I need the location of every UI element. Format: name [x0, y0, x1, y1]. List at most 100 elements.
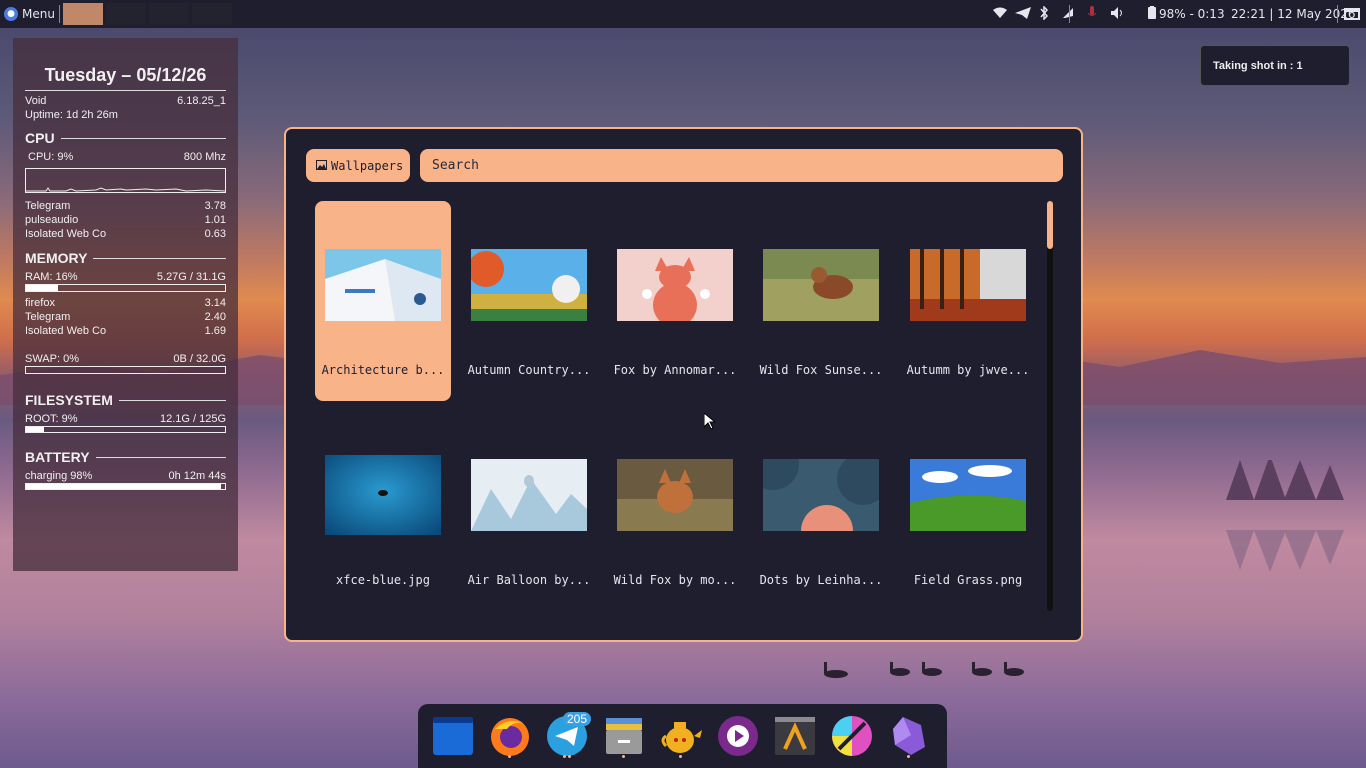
- wifi-icon[interactable]: [993, 7, 1015, 22]
- obsidian-icon: [893, 717, 925, 755]
- ram-bar-fill: [26, 285, 58, 291]
- mem-proc-value: 1.69: [204, 325, 226, 337]
- text-editor-icon: [775, 717, 815, 755]
- wallpaper-thumbnail: [617, 459, 733, 531]
- running-indicator: [679, 755, 682, 758]
- battery-icon[interactable]: [1148, 6, 1156, 22]
- unread-badge: 205: [562, 712, 591, 726]
- wallpaper-thumbnail: [763, 249, 879, 321]
- ram-usage: RAM: 16%: [25, 271, 78, 283]
- wallpaper-label: Air Balloon by...: [467, 573, 591, 587]
- wallpaper-label: xfce-blue.jpg: [336, 573, 430, 587]
- dock: 205: [418, 704, 947, 768]
- wallpaper-item[interactable]: Fox by Annomar...: [607, 201, 743, 401]
- mem-proc-value: 2.40: [204, 311, 226, 323]
- swap-value: 0B / 32.0G: [173, 353, 226, 365]
- wallpaper-thumbnail: [763, 459, 879, 531]
- wallpaper-ducks: [824, 662, 1024, 678]
- dock-item-file-manager[interactable]: [602, 714, 646, 758]
- workspace-3[interactable]: [149, 3, 189, 25]
- wallpaper-item[interactable]: Wild Fox Sunse...: [753, 201, 889, 401]
- krita-icon: [832, 716, 872, 756]
- running-indicator: [563, 755, 566, 758]
- notifications-icon[interactable]: [1061, 6, 1087, 23]
- swap-bar: [25, 366, 226, 374]
- wallpaper-thumbnail: [617, 249, 733, 321]
- root-bar: [25, 426, 226, 433]
- search-input[interactable]: [420, 149, 1063, 182]
- ram-bar: [25, 284, 226, 292]
- cpu-graph: [25, 168, 226, 193]
- cpu-frequency: 800 Mhz: [183, 151, 226, 163]
- wallpaper-thumbnail: [471, 459, 587, 531]
- battery-charge: charging 98%: [25, 470, 93, 482]
- wallpaper-label: Fox by Annomar...: [613, 363, 737, 377]
- firefox-icon: [491, 718, 529, 756]
- wallpaper-label: Wild Fox by mo...: [613, 573, 737, 587]
- battery-bar: [25, 483, 226, 490]
- cpu-proc-value: 0.63: [204, 228, 226, 240]
- wallpaper-thumbnail: [910, 459, 1026, 531]
- telegram-tray-icon[interactable]: [1015, 6, 1039, 22]
- workspace-1[interactable]: [63, 3, 103, 25]
- show-desktop-icon[interactable]: [1344, 8, 1360, 20]
- mode-button[interactable]: Wallpapers: [306, 149, 410, 182]
- screenshot-notification[interactable]: Taking shot in : 1: [1200, 45, 1350, 86]
- dock-item-media-player[interactable]: [716, 714, 760, 758]
- scrollbar[interactable]: [1047, 201, 1053, 611]
- wallpaper-thumbnail: [910, 249, 1026, 321]
- conky-system-monitor: Tuesday – 05/12/26 Void 6.18.25_1 Uptime…: [13, 38, 238, 571]
- cpu-proc-value: 1.01: [204, 214, 226, 226]
- workspace-4[interactable]: [192, 3, 232, 25]
- window-app-icon: [433, 717, 473, 755]
- wallpaper-item[interactable]: Wild Fox by mo...: [607, 411, 743, 611]
- root-value: 12.1G / 125G: [159, 413, 226, 425]
- battery-section-title: BATTERY: [25, 449, 226, 465]
- notification-text: Taking shot in : 1: [1213, 60, 1303, 72]
- os-name: Void: [25, 95, 47, 107]
- menu-button[interactable]: ● Menu: [4, 4, 55, 24]
- dock-item-window[interactable]: [431, 714, 475, 758]
- volume-icon[interactable]: [1111, 6, 1133, 22]
- media-player-icon: [718, 716, 758, 756]
- wallpaper-item[interactable]: Autumn Country...: [461, 201, 597, 401]
- wallpaper-item[interactable]: Architecture b...: [315, 201, 451, 401]
- battery-time: 0h 12m 44s: [168, 470, 226, 482]
- battery-status[interactable]: 98% - 0:13: [1159, 7, 1225, 21]
- wallpaper-label: Field Grass.png: [913, 573, 1023, 587]
- panel-separator: [1337, 5, 1338, 23]
- uptime: Uptime: 1d 2h 26m: [25, 109, 118, 121]
- conky-date: Tuesday – 05/12/26: [25, 65, 226, 91]
- wallpaper-label: Architecture b...: [321, 363, 445, 377]
- mem-proc-name: firefox: [25, 297, 55, 309]
- wallpaper-thumbnail: [325, 455, 441, 535]
- dock-item-telegram[interactable]: 205: [545, 712, 591, 758]
- wallpaper-item[interactable]: Dots by Leinha...: [753, 411, 889, 611]
- dock-item-krita[interactable]: [830, 714, 874, 758]
- panel-separator: [1069, 5, 1070, 23]
- ram-value: 5.27G / 31.1G: [156, 271, 226, 283]
- cpu-section-title: CPU: [25, 130, 226, 146]
- wallpaper-trees: [1226, 460, 1344, 572]
- dock-item-obsidian[interactable]: [887, 714, 931, 758]
- cpu-usage: CPU: 9%: [28, 151, 74, 163]
- dock-item-text-editor[interactable]: [773, 714, 817, 758]
- mode-label: Wallpapers: [331, 158, 404, 173]
- dock-item-firefox[interactable]: [488, 714, 532, 758]
- wallpaper-label: Dots by Leinha...: [759, 573, 883, 587]
- battery-bar-fill: [26, 484, 222, 489]
- wallpaper-item[interactable]: Air Balloon by...: [461, 411, 597, 611]
- wallpaper-item[interactable]: Autumm by jwve...: [900, 201, 1036, 401]
- cpu-proc-name: pulseaudio: [25, 214, 79, 226]
- void-logo-icon: ●: [4, 7, 18, 21]
- dock-item-teapot[interactable]: [659, 714, 703, 758]
- wallpaper-item[interactable]: Field Grass.png: [900, 411, 1036, 611]
- bluetooth-icon[interactable]: [1039, 4, 1061, 23]
- scrollbar-thumb[interactable]: [1047, 201, 1053, 249]
- wallpaper-thumbnail: [471, 249, 587, 321]
- wallpaper-item[interactable]: xfce-blue.jpg: [315, 411, 451, 611]
- workspace-2[interactable]: [106, 3, 146, 25]
- cpu-proc-name: Telegram: [25, 200, 71, 212]
- mem-proc-name: Telegram: [25, 311, 71, 323]
- microphone-muted-icon[interactable]: [1087, 5, 1111, 23]
